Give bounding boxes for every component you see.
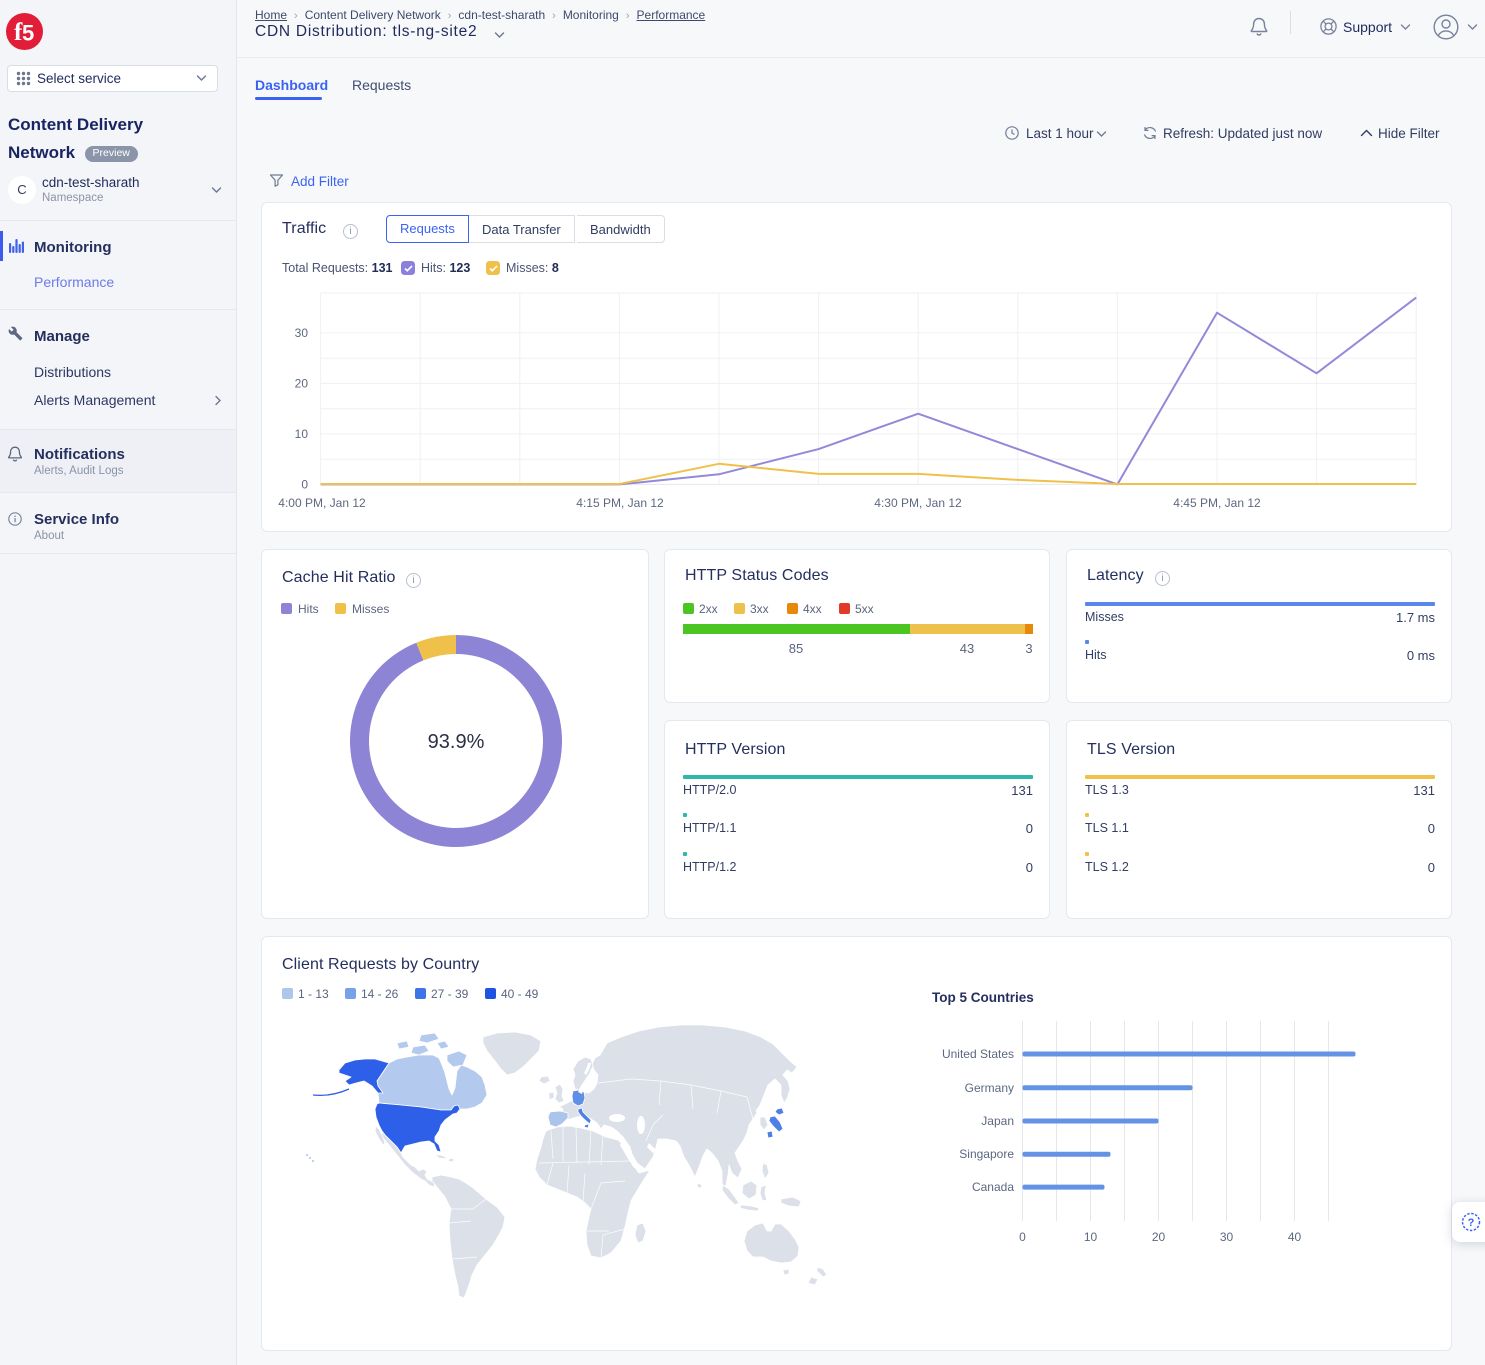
svg-text:4:45 PM, Jan 12: 4:45 PM, Jan 12 (1173, 496, 1261, 510)
svg-text:?: ? (1468, 1217, 1475, 1229)
svg-text:Canada: Canada (972, 1180, 1014, 1194)
svg-text:Singapore: Singapore (959, 1147, 1014, 1161)
svg-text:30: 30 (295, 326, 309, 340)
svg-text:4:00 PM, Jan 12: 4:00 PM, Jan 12 (278, 496, 366, 510)
svg-text:United States: United States (942, 1047, 1014, 1061)
svg-text:4:15 PM, Jan 12: 4:15 PM, Jan 12 (576, 496, 664, 510)
svg-text:Germany: Germany (965, 1081, 1014, 1095)
svg-text:10: 10 (1084, 1230, 1098, 1244)
svg-text:10: 10 (295, 427, 309, 441)
svg-text:Japan: Japan (981, 1114, 1014, 1128)
svg-text:20: 20 (1152, 1230, 1166, 1244)
svg-text:20: 20 (295, 376, 309, 390)
svg-text:0: 0 (1019, 1230, 1026, 1244)
svg-text:93.9%: 93.9% (428, 731, 485, 753)
svg-text:30: 30 (1220, 1230, 1234, 1244)
svg-text:4:30 PM, Jan 12: 4:30 PM, Jan 12 (874, 496, 962, 510)
svg-text:5: 5 (22, 21, 34, 46)
svg-text:40: 40 (1288, 1230, 1302, 1244)
svg-text:0: 0 (301, 477, 308, 491)
